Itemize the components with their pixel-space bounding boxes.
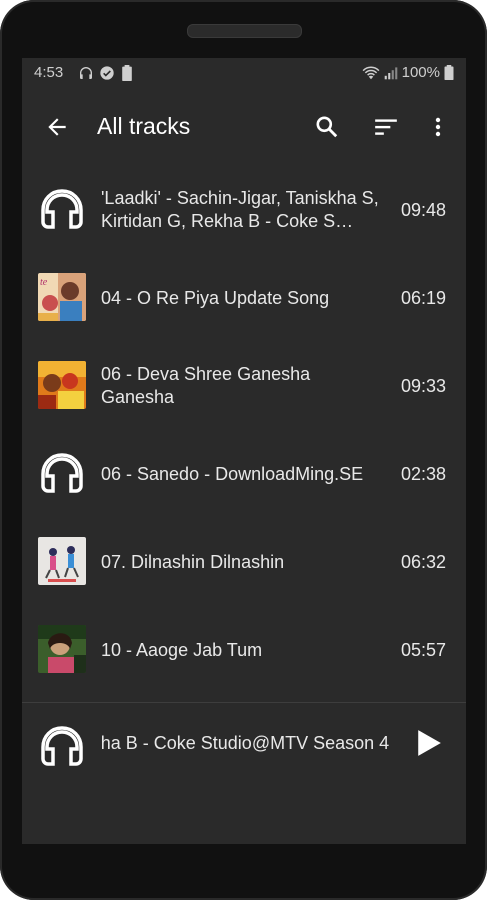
battery-full-icon bbox=[444, 65, 454, 80]
track-row[interactable]: 06 - Sanedo - DownloadMing.SE 02:38 bbox=[22, 430, 466, 518]
check-circle-icon bbox=[100, 66, 114, 80]
track-title: 06 - Sanedo - DownloadMing.SE bbox=[101, 463, 364, 484]
track-row[interactable]: 10 - Aaoge Jab Tum 05:57 bbox=[22, 606, 466, 694]
track-title: 10 - Aaoge Jab Tum bbox=[101, 639, 263, 660]
screen: 4:53 100% All tracks 'Laadki' - Sachin-J… bbox=[22, 58, 466, 844]
play-icon[interactable] bbox=[416, 729, 442, 757]
signal-icon bbox=[384, 66, 397, 79]
mini-player[interactable]: 'Laadki' - Sachin-Jigar, Taniskha S, Kir… bbox=[22, 703, 466, 791]
status-bar: 4:53 100% bbox=[22, 58, 466, 88]
track-row[interactable]: 07. Dilnashin Dilnashin 06:32 bbox=[22, 518, 466, 606]
status-right: 100% bbox=[362, 64, 454, 81]
headphones-icon bbox=[41, 453, 83, 493]
phone-frame: 4:53 100% All tracks 'Laadki' - Sachin-J… bbox=[0, 0, 487, 900]
track-duration: 09:48 bbox=[400, 199, 446, 220]
sort-icon[interactable] bbox=[373, 114, 399, 140]
track-row[interactable]: 06 - Deva Shree Ganesha Ganesha 09:33 bbox=[22, 342, 466, 430]
track-row[interactable]: te 04 - O Re Piya Update Song 06:19 bbox=[22, 254, 466, 342]
track-title: 04 - O Re Piya Update Song bbox=[101, 287, 330, 308]
svg-text:te: te bbox=[40, 277, 48, 288]
track-title: 07. Dilnashin Dilnashin bbox=[101, 551, 285, 572]
album-art bbox=[38, 625, 86, 673]
track-duration: 06:32 bbox=[400, 551, 446, 572]
back-arrow-icon[interactable] bbox=[44, 114, 70, 140]
track-duration: 06:19 bbox=[400, 287, 446, 308]
track-title: 'Laadki' - Sachin-Jigar, Taniskha S, Kir… bbox=[101, 188, 379, 231]
battery-percent: 100% bbox=[401, 64, 440, 81]
status-time: 4:53 bbox=[34, 64, 64, 81]
battery-icon bbox=[122, 65, 132, 81]
more-vert-icon[interactable] bbox=[426, 114, 450, 140]
page-title: All tracks bbox=[97, 113, 191, 139]
wifi-icon bbox=[362, 66, 380, 80]
track-duration: 09:33 bbox=[400, 375, 446, 396]
album-art bbox=[38, 537, 86, 585]
track-duration: 02:38 bbox=[400, 463, 446, 484]
track-duration: 05:57 bbox=[400, 639, 446, 660]
speaker-grille bbox=[187, 24, 302, 38]
album-art bbox=[38, 361, 86, 409]
track-row[interactable]: 'Laadki' - Sachin-Jigar, Taniskha S, Kir… bbox=[22, 166, 466, 254]
headphones-icon bbox=[80, 67, 92, 79]
headphones-icon bbox=[41, 726, 83, 766]
headphones-icon bbox=[41, 189, 83, 229]
track-title: 06 - Deva Shree Ganesha Ganesha bbox=[101, 364, 311, 407]
album-art: te bbox=[38, 273, 86, 321]
now-playing-title: 'Laadki' - Sachin-Jigar, Taniskha S, Kir… bbox=[101, 732, 389, 753]
app-bar: All tracks bbox=[22, 88, 466, 166]
search-icon[interactable] bbox=[314, 114, 340, 140]
